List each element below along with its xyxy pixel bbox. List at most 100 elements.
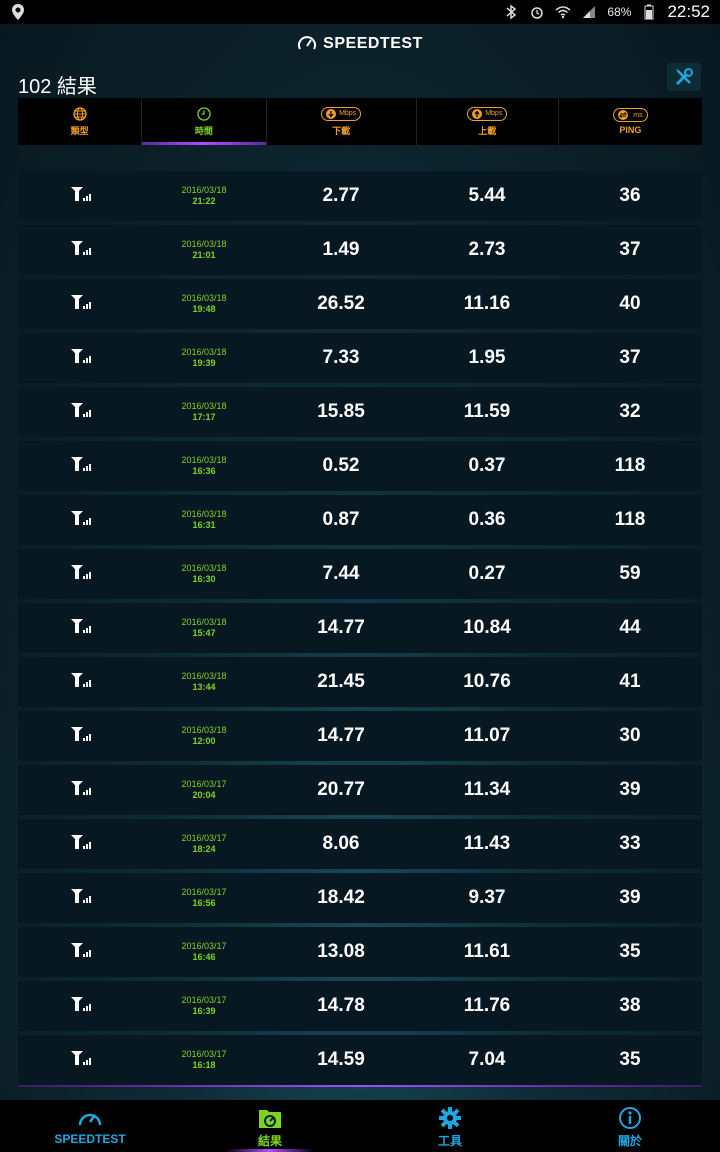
row-time: 17:17 [192, 412, 216, 422]
download-value: 0.87 [322, 509, 360, 530]
tools-button[interactable] [667, 63, 701, 91]
time-cell: 2016/03/17 16:39 [142, 995, 266, 1017]
ping-value: 32 [619, 401, 641, 422]
row-time: 21:01 [192, 250, 216, 260]
cellular-antenna-icon [69, 293, 91, 316]
column-upload-label: 上載 [478, 125, 497, 136]
cellular-antenna-icon [69, 509, 91, 532]
row-date: 2016/03/17 [181, 1049, 227, 1059]
connection-type-cell [18, 995, 142, 1018]
ping-value: 44 [619, 617, 641, 638]
upload-value: 0.27 [468, 563, 506, 584]
table-row[interactable]: 2016/03/17 16:39 14.78 11.76 38 [18, 981, 702, 1031]
connection-type-cell [18, 293, 142, 316]
ping-icon [618, 110, 629, 120]
download-value: 14.78 [317, 995, 365, 1016]
row-date: 2016/03/17 [181, 887, 227, 897]
table-row[interactable]: 2016/03/18 12:00 14.77 11.07 30 [18, 711, 702, 761]
nav-results[interactable]: 結果 [180, 1100, 360, 1152]
row-date: 2016/03/18 [181, 239, 227, 249]
time-cell: 2016/03/18 16:31 [142, 509, 266, 531]
download-value: 13.08 [317, 941, 365, 962]
clock-icon [197, 106, 211, 121]
row-date: 2016/03/18 [181, 671, 227, 681]
result-count: 102 結果 [18, 76, 97, 98]
table-row[interactable]: 2016/03/17 20:04 20.77 11.34 39 [18, 765, 702, 815]
upload-icon [472, 108, 483, 119]
connection-type-cell [18, 671, 142, 694]
nav-results-label: 結果 [257, 1134, 282, 1148]
wifi-icon [555, 6, 571, 19]
wrench-screwdriver-icon [675, 68, 693, 86]
column-header: 類型 時間 Mbps 下載 Mbps 上載 ms PING [18, 98, 702, 145]
time-cell: 2016/03/18 15:47 [142, 617, 266, 639]
nav-about-label: 關於 [617, 1134, 642, 1148]
results-folder-icon [259, 1110, 281, 1128]
download-value: 1.49 [322, 239, 360, 260]
row-time: 19:48 [192, 304, 216, 314]
upload-value: 9.37 [468, 887, 506, 908]
nav-speedtest-label: SPEEDTEST [54, 1132, 126, 1146]
nav-speedtest[interactable]: SPEEDTEST [0, 1100, 180, 1152]
column-upload[interactable]: Mbps 上載 [417, 98, 559, 145]
nav-about[interactable]: 關於 [540, 1100, 720, 1152]
connection-type-cell [18, 779, 142, 802]
upload-unit: Mbps [485, 110, 503, 117]
column-ping[interactable]: ms PING [559, 98, 702, 145]
bluetooth-icon [506, 4, 517, 20]
nav-tools[interactable]: 工具 [360, 1100, 540, 1152]
table-row[interactable]: 2016/03/18 17:17 15.85 11.59 32 [18, 387, 702, 437]
connection-type-cell [18, 887, 142, 910]
time-cell: 2016/03/17 18:24 [142, 833, 266, 855]
connection-type-cell [18, 185, 142, 208]
table-row[interactable]: 2016/03/17 16:46 13.08 11.61 35 [18, 927, 702, 977]
cellular-antenna-icon [69, 779, 91, 802]
upload-value: 2.73 [468, 239, 506, 260]
ping-value: 30 [619, 725, 641, 746]
ping-value: 59 [619, 563, 641, 584]
time-cell: 2016/03/18 21:01 [142, 239, 266, 261]
row-time: 21:22 [192, 196, 216, 206]
table-row[interactable]: 2016/03/17 18:24 8.06 11.43 33 [18, 819, 702, 869]
ping-value: 40 [619, 293, 641, 314]
upload-value: 11.07 [463, 725, 511, 746]
info-icon [619, 1107, 641, 1129]
table-row[interactable]: 2016/03/18 16:31 0.87 0.36 118 [18, 495, 702, 545]
connection-type-cell [18, 347, 142, 370]
row-date: 2016/03/18 [181, 347, 227, 357]
ping-unit-pill: ms [613, 108, 648, 122]
row-time: 19:39 [192, 358, 216, 368]
upload-value: 0.36 [468, 509, 506, 530]
table-row[interactable]: 2016/03/18 19:48 26.52 11.16 40 [18, 279, 702, 329]
table-row[interactable]: 2016/03/18 13:44 21.45 10.76 41 [18, 657, 702, 707]
ping-value: 39 [619, 887, 641, 908]
table-row[interactable]: 2016/03/18 15:47 14.77 10.84 44 [18, 603, 702, 653]
speedometer-icon [298, 36, 317, 50]
column-time[interactable]: 時間 [142, 98, 267, 145]
upload-value: 11.43 [463, 833, 511, 854]
table-row[interactable]: 2016/03/17 16:56 18.42 9.37 39 [18, 873, 702, 923]
column-time-label: 時間 [194, 125, 213, 136]
row-date: 2016/03/18 [181, 563, 227, 573]
bottom-navigation: SPEEDTEST 結果 工具 關於 [0, 1100, 720, 1152]
table-row[interactable]: 2016/03/17 16:18 14.59 7.04 35 [18, 1035, 702, 1087]
ping-unit: ms [633, 111, 643, 119]
row-time: 16:56 [192, 898, 216, 908]
upload-value: 10.84 [463, 617, 511, 638]
gear-icon [439, 1107, 461, 1129]
row-time: 15:47 [192, 628, 216, 638]
connection-type-cell [18, 725, 142, 748]
table-row[interactable]: 2016/03/18 21:01 1.49 2.73 37 [18, 225, 702, 275]
row-time: 16:36 [192, 466, 216, 476]
table-row[interactable]: 2016/03/18 21:22 2.77 5.44 36 [18, 171, 702, 221]
row-date: 2016/03/17 [181, 779, 227, 789]
ping-value: 39 [619, 779, 641, 800]
row-date: 2016/03/18 [181, 185, 227, 195]
column-type[interactable]: 類型 [18, 98, 143, 145]
column-download[interactable]: Mbps 下載 [267, 98, 417, 145]
table-row[interactable]: 2016/03/18 16:36 0.52 0.37 118 [18, 441, 702, 491]
table-row[interactable]: 2016/03/18 16:30 7.44 0.27 59 [18, 549, 702, 599]
cellular-antenna-icon [69, 347, 91, 370]
connection-type-cell [18, 833, 142, 856]
table-row[interactable]: 2016/03/18 19:39 7.33 1.95 37 [18, 333, 702, 383]
